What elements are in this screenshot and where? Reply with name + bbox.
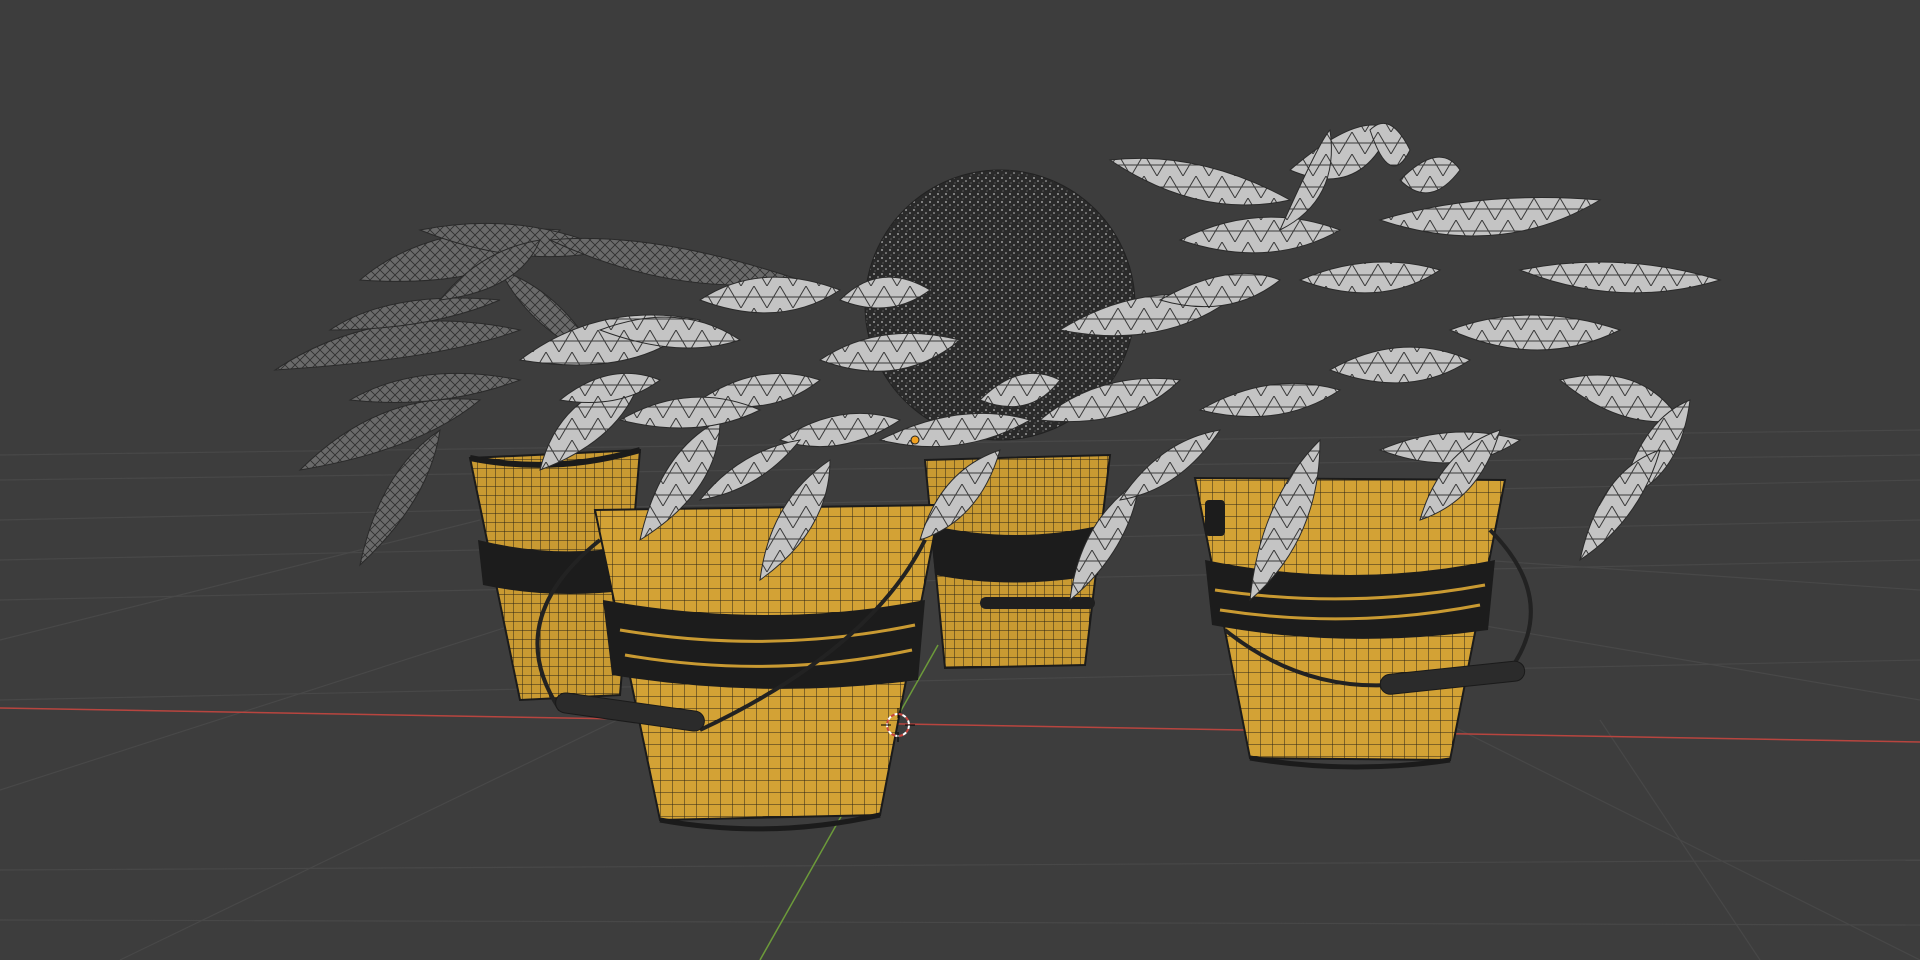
- 3d-viewport[interactable]: [0, 0, 1920, 960]
- x-axis-line: [0, 707, 1920, 743]
- plant-front-right[interactable]: [1038, 122, 1722, 770]
- bucket-front-right: [1193, 476, 1533, 770]
- origin-icon: [910, 435, 920, 445]
- viewport-canvas[interactable]: [0, 0, 1920, 960]
